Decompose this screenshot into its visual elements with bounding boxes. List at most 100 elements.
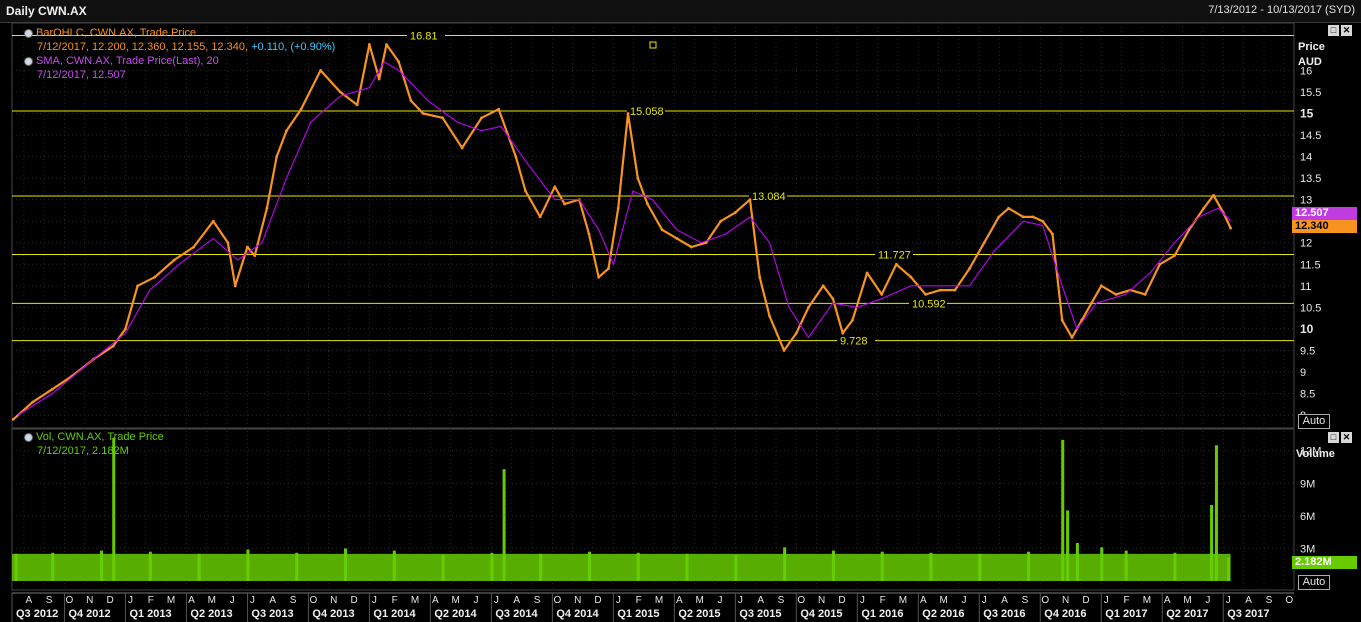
month-tick-label: J bbox=[1205, 595, 1210, 606]
price-point bbox=[794, 331, 798, 335]
price-point bbox=[246, 245, 249, 249]
volume-panel-window-buttons: □ ✕ bbox=[1328, 432, 1352, 443]
price-point bbox=[660, 228, 664, 232]
month-tick-label: A bbox=[676, 595, 683, 606]
volume-tick-label: 6M bbox=[1300, 511, 1315, 523]
price-point bbox=[1021, 215, 1025, 219]
quarter-tick-label: Q2 2016 bbox=[922, 608, 964, 620]
price-point bbox=[409, 99, 413, 102]
month-tick-label: F bbox=[392, 595, 398, 606]
price-point bbox=[1099, 284, 1103, 288]
month-tick-label: A bbox=[757, 595, 764, 606]
volume-auto-button[interactable]: Auto bbox=[1298, 575, 1330, 590]
level-label: 10.592 bbox=[912, 298, 946, 310]
price-point bbox=[690, 245, 693, 249]
month-tick-label: O bbox=[1285, 595, 1293, 606]
price-point bbox=[299, 107, 303, 111]
quarter-tick-label: Q1 2016 bbox=[861, 608, 903, 620]
price-point bbox=[421, 112, 425, 115]
month-tick-label: A bbox=[513, 595, 520, 606]
month-tick-label: M bbox=[899, 595, 907, 606]
price-point bbox=[607, 267, 610, 270]
price-auto-button[interactable]: Auto bbox=[1298, 414, 1330, 429]
price-point bbox=[233, 284, 237, 288]
price-tick-label: 10.5 bbox=[1300, 302, 1321, 314]
month-tick-label: O bbox=[553, 595, 561, 606]
price-point bbox=[192, 245, 196, 249]
legend-knob-icon[interactable] bbox=[24, 56, 33, 66]
price-point bbox=[1173, 254, 1176, 258]
month-tick-label: A bbox=[1164, 595, 1171, 606]
month-tick-label: N bbox=[330, 595, 337, 606]
price-point bbox=[997, 215, 1001, 219]
price-point bbox=[616, 206, 620, 210]
volume-axis-title: Volume bbox=[1296, 448, 1335, 460]
month-tick-label: D bbox=[594, 595, 601, 606]
price-point bbox=[538, 215, 542, 219]
month-tick-label: J bbox=[494, 595, 499, 606]
quarter-tick-label: Q1 2013 bbox=[129, 608, 171, 620]
restore-window-icon[interactable]: □ bbox=[1328, 25, 1339, 36]
volume-legend-title: Vol, CWN.AX, Trade Price bbox=[36, 431, 164, 443]
month-tick-label: O bbox=[310, 595, 318, 606]
volume-legend: Vol, CWN.AX, Trade Price 7/12/2017, 2.18… bbox=[24, 430, 164, 458]
close-window-icon[interactable]: ✕ bbox=[1341, 25, 1352, 36]
price-point bbox=[553, 185, 557, 189]
quarter-tick-label: Q2 2014 bbox=[434, 608, 477, 620]
price-point bbox=[31, 400, 35, 404]
chart-canvas[interactable]: 16.8115.05813.08411.72710.5929.728 88.59… bbox=[0, 0, 1361, 622]
month-tick-label: O bbox=[1041, 595, 1049, 606]
quarter-tick-label: Q3 2015 bbox=[739, 608, 781, 620]
price-point bbox=[480, 116, 484, 120]
month-tick-label: J bbox=[474, 595, 479, 606]
price-point bbox=[124, 327, 127, 331]
price-point bbox=[524, 189, 527, 193]
price-tick-label: 12 bbox=[1300, 238, 1312, 250]
month-tick-label: S bbox=[778, 595, 785, 606]
price-point bbox=[831, 297, 835, 301]
price-point bbox=[968, 267, 971, 270]
price-point bbox=[50, 387, 54, 391]
quarter-tick-label: Q3 2017 bbox=[1227, 608, 1269, 620]
quarter-tick-label: Q1 2015 bbox=[617, 608, 659, 620]
price-last-value-tag: 12.340 bbox=[1292, 220, 1357, 233]
restore-window-icon[interactable]: □ bbox=[1328, 432, 1339, 443]
price-point bbox=[1031, 215, 1035, 219]
price-point bbox=[1070, 336, 1074, 339]
sma-last-value-tag: 12.507 bbox=[1292, 207, 1357, 220]
price-point bbox=[807, 305, 810, 309]
month-tick-label: J bbox=[860, 595, 865, 606]
price-point bbox=[1060, 318, 1064, 322]
price-tick-label: 14 bbox=[1300, 152, 1312, 164]
price-point bbox=[338, 90, 342, 94]
price-point bbox=[1158, 262, 1162, 266]
level-label: 15.058 bbox=[630, 106, 664, 118]
price-point bbox=[136, 284, 140, 288]
price-point bbox=[111, 344, 115, 348]
month-tick-label: N bbox=[86, 595, 93, 606]
level-label: 13.084 bbox=[752, 191, 786, 203]
month-tick-label: D bbox=[350, 595, 357, 606]
month-tick-label: N bbox=[818, 595, 825, 606]
month-tick-label: M bbox=[411, 595, 419, 606]
month-tick-label: D bbox=[1082, 595, 1089, 606]
month-tick-label: M bbox=[208, 595, 216, 606]
volume-last-value-tag: 2.182M bbox=[1292, 556, 1357, 569]
price-panel-window-buttons: □ ✕ bbox=[1328, 25, 1352, 36]
sma-legend-title: SMA, CWN.AX, Trade Price(Last), 20 bbox=[36, 55, 219, 67]
close-window-icon[interactable]: ✕ bbox=[1341, 432, 1352, 443]
price-point bbox=[153, 275, 157, 279]
price-point bbox=[953, 288, 957, 292]
price-point bbox=[1007, 206, 1010, 210]
quarter-tick-label: Q4 2014 bbox=[556, 608, 599, 620]
month-tick-label: J bbox=[718, 595, 723, 606]
price-point bbox=[355, 103, 359, 107]
month-tick-label: J bbox=[616, 595, 621, 606]
month-tick-label: S bbox=[534, 595, 541, 606]
level-label: 9.728 bbox=[840, 336, 868, 348]
price-point bbox=[514, 155, 518, 158]
legend-knob-icon[interactable] bbox=[24, 28, 33, 38]
month-tick-label: A bbox=[25, 595, 32, 606]
price-point bbox=[253, 254, 257, 258]
legend-knob-icon[interactable] bbox=[24, 432, 33, 442]
